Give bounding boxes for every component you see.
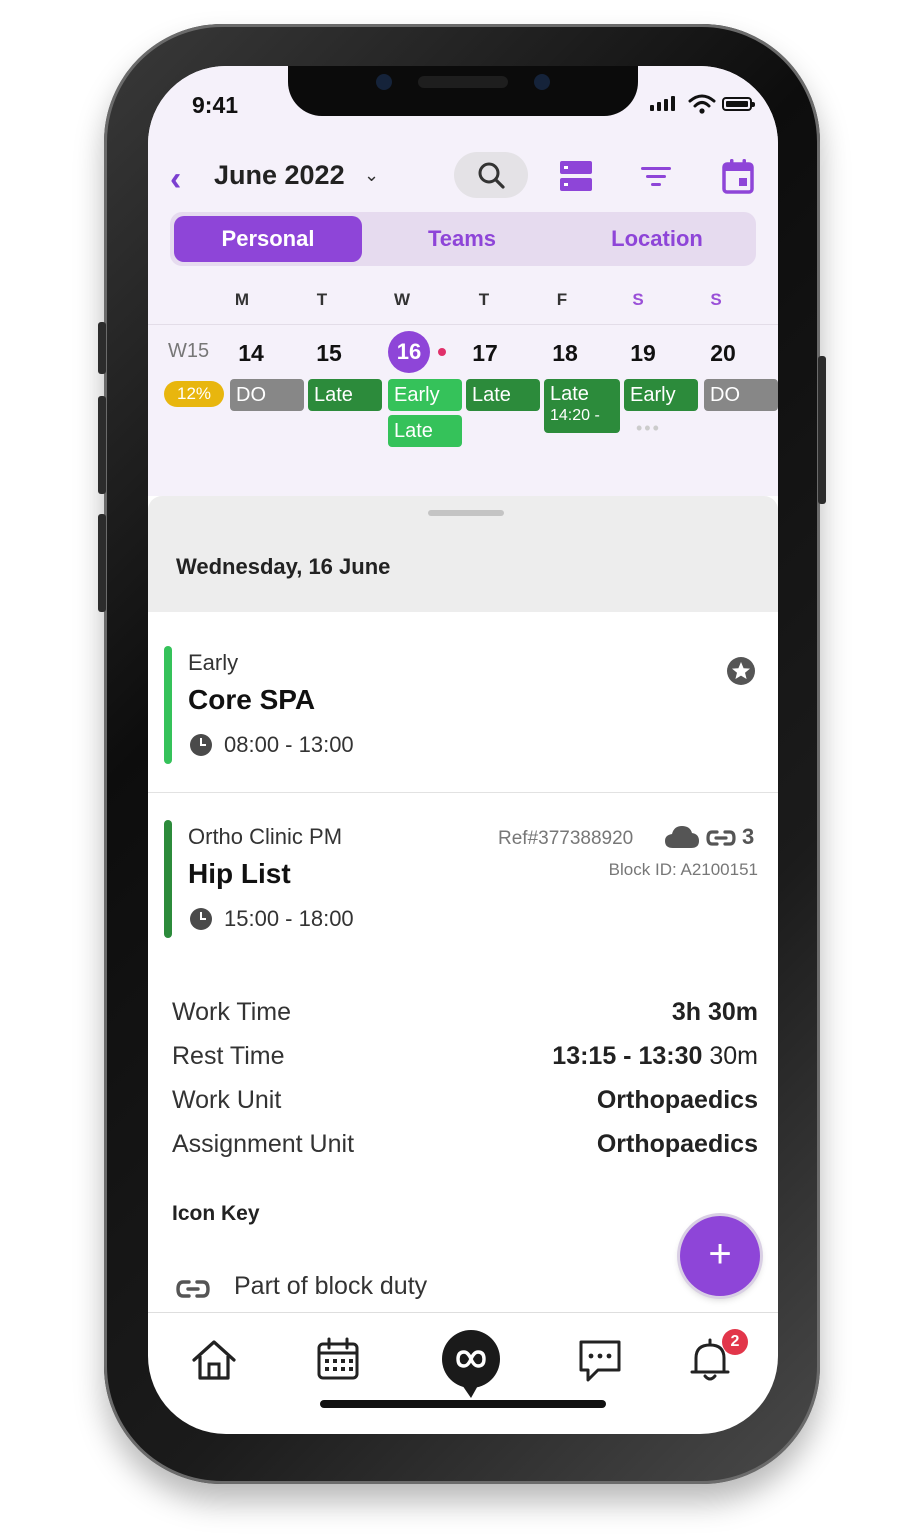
weekday-fri: F	[556, 290, 568, 309]
weekday-wed: W	[393, 290, 411, 309]
weekday-sat: S	[632, 290, 644, 309]
day-19[interactable]: 19	[618, 340, 668, 367]
home-icon[interactable]	[190, 1336, 238, 1384]
day-14[interactable]: 14	[226, 340, 276, 367]
shift-name[interactable]: Core SPA	[188, 684, 315, 716]
notch	[288, 66, 638, 116]
tab-teams[interactable]: Teams	[366, 226, 558, 252]
tab-personal-label[interactable]: Personal	[174, 226, 362, 252]
shift-chip-wed-late[interactable]: Late	[388, 415, 462, 447]
day-15[interactable]: 15	[304, 340, 354, 367]
status-time: 9:41	[192, 92, 239, 118]
sensor-icon	[534, 74, 550, 90]
power-button	[818, 356, 826, 504]
shift-chip-thu[interactable]: Late	[466, 379, 540, 411]
icon-key-title: Icon Key	[172, 1202, 260, 1225]
shift-divider	[148, 792, 778, 793]
calendar-today-icon[interactable]	[720, 158, 756, 194]
icon-key-label: Part of block duty	[234, 1272, 428, 1300]
day-18[interactable]: 18	[540, 340, 590, 367]
view-segmented-control: Personal Teams Location	[170, 212, 756, 266]
shift-color-bar	[164, 646, 172, 764]
calendar-header-area	[148, 66, 778, 496]
month-title[interactable]: June 2022	[214, 160, 345, 191]
clock-icon	[190, 734, 212, 756]
chat-bubble-logo-icon[interactable]	[440, 1328, 502, 1400]
wifi-icon	[688, 94, 716, 114]
sheet-drag-handle[interactable]	[428, 510, 504, 516]
speaker-grille	[418, 76, 508, 88]
shift-type: Early	[188, 650, 239, 675]
weekday-mon: M	[234, 290, 250, 309]
week-divider	[148, 324, 778, 325]
block-id: Block ID: A2100151	[608, 860, 758, 879]
weekday-sun: S	[710, 290, 722, 309]
clock-icon	[190, 908, 212, 930]
message-icon[interactable]	[576, 1336, 624, 1384]
link-icon	[706, 830, 736, 846]
shift-chip-fri[interactable]: Late 14:20 -	[544, 379, 620, 433]
rest-time-label: Rest Time	[172, 1042, 285, 1070]
search-button[interactable]	[454, 152, 528, 198]
camera-icon	[376, 74, 392, 90]
week-number: W15	[168, 340, 210, 362]
work-unit-label: Work Unit	[172, 1086, 282, 1114]
storage-icon[interactable]	[558, 158, 594, 194]
rest-time-range: 13:15 - 13:30	[552, 1042, 703, 1070]
shift-chip-tue[interactable]: Late	[308, 379, 382, 411]
battery-icon	[722, 97, 755, 111]
event-dot	[438, 348, 446, 356]
shift-type: Ortho Clinic PM	[188, 824, 343, 849]
shift-reference: Ref#377388920	[498, 828, 634, 849]
block-link-count: 3	[742, 824, 755, 849]
shift-chip-sun[interactable]: DO	[704, 379, 778, 411]
filter-icon[interactable]	[638, 158, 674, 194]
work-unit-value: Orthopaedics	[596, 1086, 758, 1114]
shift-chip-fri-label: Late	[550, 383, 589, 405]
tab-location[interactable]: Location	[560, 226, 754, 252]
shift-time: 08:00 - 13:00	[224, 732, 354, 757]
home-indicator	[320, 1400, 606, 1408]
notification-badge: 2	[722, 1329, 748, 1355]
shift-color-bar	[164, 820, 172, 938]
shift-name[interactable]: Hip List	[188, 858, 291, 890]
rest-time-value: 13:15 - 13:30 30m	[552, 1042, 758, 1071]
chevron-down-icon[interactable]: ⌄	[364, 165, 379, 186]
volume-down-button	[98, 514, 106, 612]
more-indicator: •••	[636, 418, 661, 438]
mute-switch	[98, 322, 106, 374]
app-screen: 9:41 ‹ June 2022 ⌄ Personal Teams Locati…	[148, 66, 778, 1434]
assignment-unit-value: Orthopaedics	[596, 1130, 758, 1158]
selected-date-title: Wednesday, 16 June	[176, 554, 391, 579]
search-icon	[478, 162, 505, 189]
cloud-icon	[665, 826, 699, 848]
chevron-left-icon[interactable]: ‹	[170, 162, 181, 196]
shift-chip-mon[interactable]: DO	[230, 379, 304, 411]
day-16-today[interactable]: 16	[388, 331, 430, 373]
bottom-nav-divider	[148, 1312, 778, 1313]
weekday-tue: T	[316, 290, 328, 309]
rest-time-duration: 30m	[709, 1042, 758, 1070]
star-icon[interactable]	[726, 656, 756, 686]
weekday-thu: T	[478, 290, 490, 309]
add-button[interactable]: +	[680, 1216, 760, 1296]
work-time-label: Work Time	[172, 998, 291, 1026]
shift-chip-wed-early[interactable]: Early	[388, 379, 462, 411]
assignment-unit-label: Assignment Unit	[172, 1130, 355, 1158]
volume-up-button	[98, 396, 106, 494]
day-17[interactable]: 17	[460, 340, 510, 367]
calendar-icon[interactable]	[314, 1336, 362, 1384]
shift-chip-sat[interactable]: Early	[624, 379, 698, 411]
work-time-value: 3h 30m	[671, 998, 758, 1026]
link-icon	[176, 1280, 210, 1298]
utilisation-percent-badge: 12%	[164, 381, 224, 407]
shift-time: 15:00 - 18:00	[224, 906, 354, 931]
day-20[interactable]: 20	[698, 340, 748, 367]
cellular-signal-icon	[650, 96, 675, 111]
shift-chip-fri-time: 14:20 -	[550, 407, 600, 424]
